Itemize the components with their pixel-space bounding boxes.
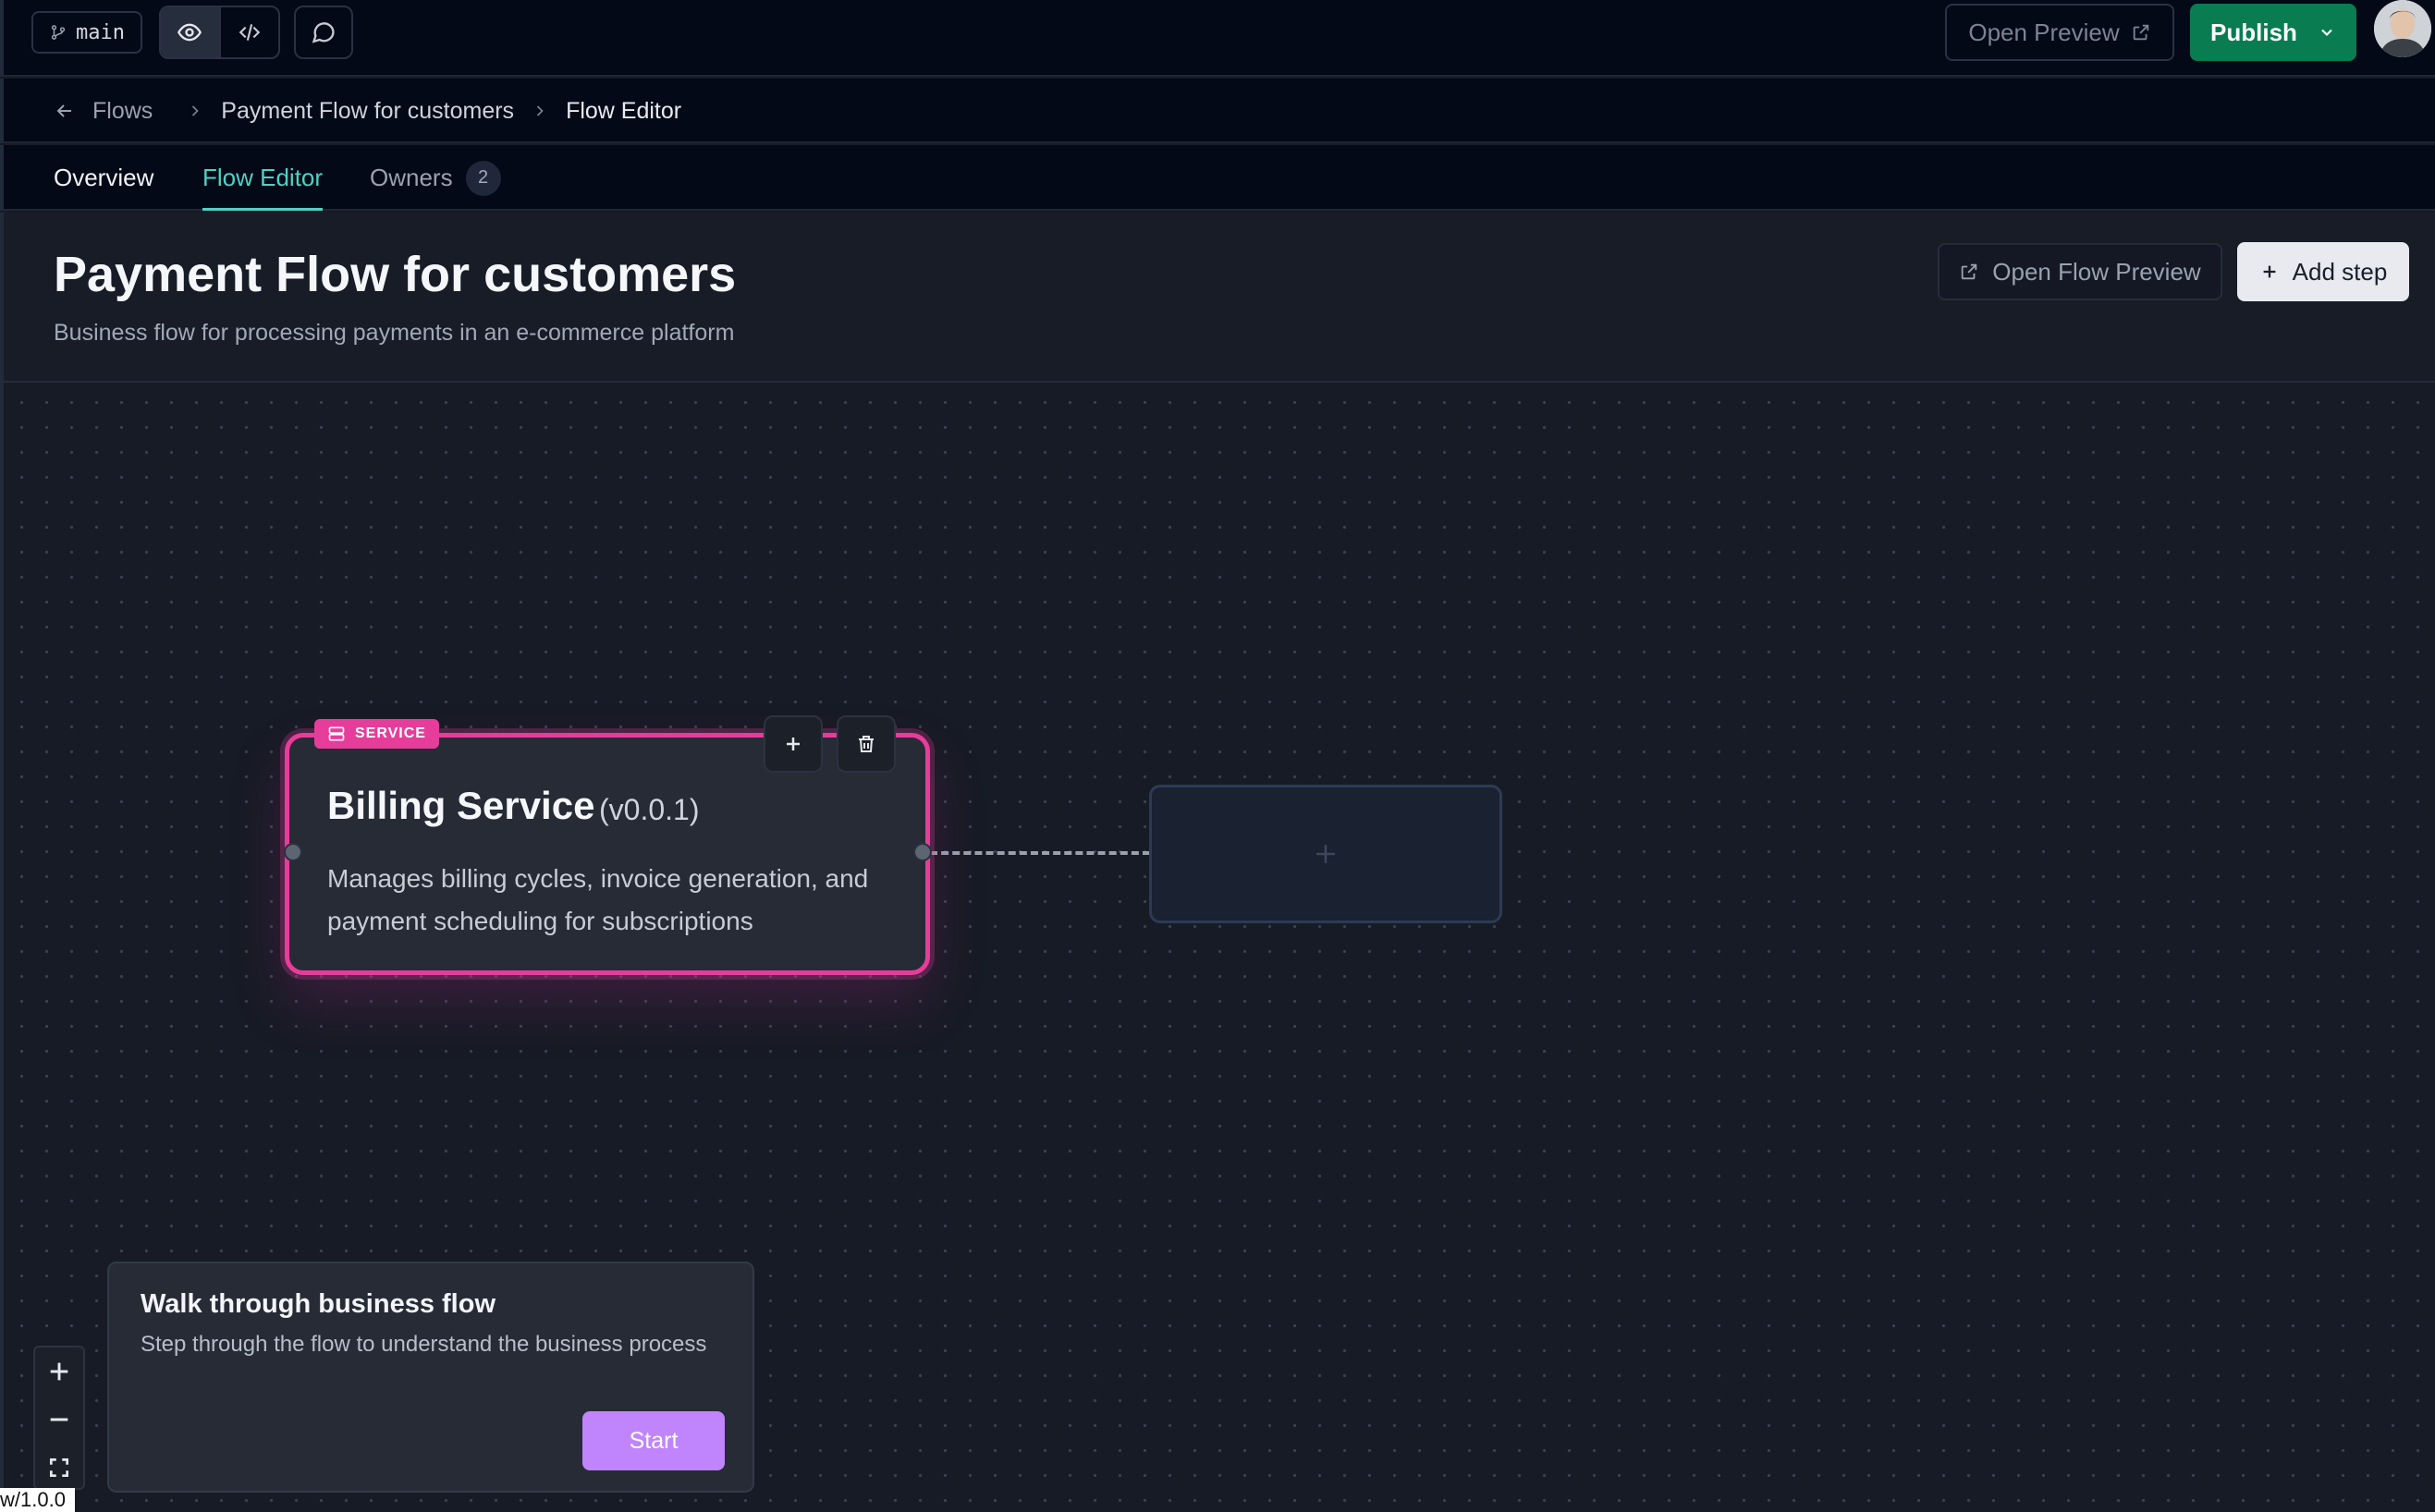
node-add-button[interactable] (764, 715, 823, 773)
external-link-icon (1962, 263, 1977, 280)
walkthrough-start-button[interactable]: Start (582, 1411, 725, 1470)
walkthrough-card: Walk through business flow Step through … (107, 1262, 754, 1493)
node-delete-button[interactable] (837, 715, 896, 773)
service-badge: SERVICE (314, 719, 439, 749)
branch-selector[interactable]: main (31, 11, 142, 54)
tab-overview[interactable]: Overview (54, 145, 153, 211)
add-node-placeholder[interactable] (1149, 785, 1502, 923)
flow-edge (930, 851, 1150, 855)
zoom-in-button[interactable] (35, 1347, 83, 1396)
add-step-button[interactable]: Add step (2237, 242, 2409, 301)
page-header: Payment Flow for customers Business flow… (0, 213, 2435, 383)
preview-mode-button[interactable] (161, 7, 219, 57)
page-title: Payment Flow for customers (54, 247, 737, 302)
service-badge-label: SERVICE (355, 726, 426, 741)
breadcrumb-flow-link[interactable]: Payment Flow for customers (221, 98, 514, 125)
code-mode-button[interactable] (221, 7, 279, 57)
node-description: Manages billing cycles, invoice generati… (327, 864, 869, 935)
avatar-image (2374, 0, 2431, 57)
node-title: Billing Service (327, 784, 595, 827)
node-output-handle[interactable] (913, 843, 932, 861)
breadcrumb-flows-link[interactable]: Flows (92, 98, 153, 125)
zoom-controls (33, 1346, 85, 1490)
version-label: w/1.0.0 (0, 1488, 75, 1512)
add-step-label: Add step (2292, 257, 2388, 286)
tab-owners-label: Owners (370, 164, 453, 191)
code-icon (239, 24, 261, 41)
fullscreen-icon (49, 1457, 69, 1478)
chevron-right-icon (536, 105, 544, 116)
external-link-icon (2133, 24, 2148, 41)
publish-label: Publish (2210, 18, 2297, 46)
plus-icon (787, 738, 800, 750)
node-input-handle[interactable] (284, 843, 302, 861)
arrow-left-icon[interactable] (54, 100, 76, 122)
branch-name: main (76, 20, 125, 44)
open-flow-preview-label: Open Flow Preview (1992, 257, 2201, 286)
breadcrumb-current: Flow Editor (566, 97, 682, 124)
plus-icon (2263, 265, 2276, 278)
user-avatar[interactable] (2374, 0, 2431, 57)
open-preview-label: Open Preview (1968, 18, 2120, 46)
open-flow-preview-button[interactable]: Open Flow Preview (1938, 243, 2222, 300)
plus-icon (1316, 845, 1335, 863)
git-branch-icon (51, 25, 66, 40)
publish-button[interactable]: Publish (2190, 4, 2356, 61)
page-subtitle: Business flow for processing payments in… (54, 320, 735, 346)
zoom-out-button[interactable] (35, 1396, 83, 1444)
walkthrough-title: Walk through business flow (141, 1289, 496, 1319)
chevron-down-icon (2321, 29, 2332, 36)
fit-view-button[interactable] (35, 1444, 83, 1492)
tab-flow-editor[interactable]: Flow Editor (202, 145, 324, 211)
plus-icon (50, 1362, 68, 1381)
tab-bar: Overview Flow Editor Owners 2 (0, 145, 2435, 211)
breadcrumb: Flows Payment Flow for customers Flow Ed… (54, 79, 681, 143)
trash-icon (859, 736, 874, 752)
owners-count-badge: 2 (465, 160, 501, 196)
eye-icon (177, 23, 202, 42)
comments-button[interactable] (294, 6, 353, 59)
walkthrough-description: Step through the flow to understand the … (141, 1332, 707, 1357)
breadcrumb-bar: Flows Payment Flow for customers Flow Ed… (0, 79, 2435, 143)
tab-owners[interactable]: Owners 2 (370, 145, 501, 211)
minus-icon (50, 1418, 68, 1421)
server-icon (328, 726, 345, 741)
open-preview-button[interactable]: Open Preview (1945, 4, 2174, 61)
chevron-right-icon (192, 105, 199, 116)
view-mode-toggle (159, 6, 280, 59)
node-version: (v0.0.1) (599, 793, 700, 826)
top-toolbar: main Open Preview Publish (0, 0, 2435, 77)
message-circle-icon (312, 22, 335, 43)
